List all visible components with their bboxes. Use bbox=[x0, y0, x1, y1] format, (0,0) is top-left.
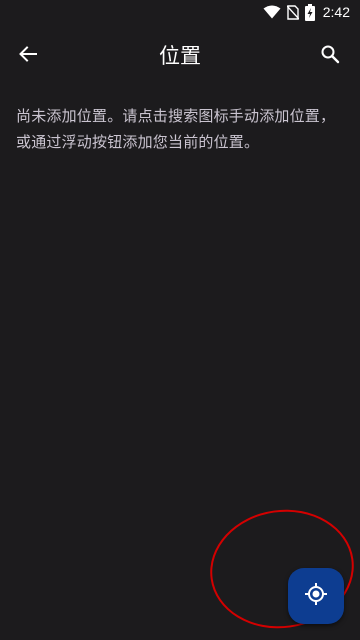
battery-charging-icon bbox=[304, 3, 315, 21]
empty-state-message: 尚未添加位置。请点击搜索图标手动添加位置，或通过浮动按钮添加您当前的位置。 bbox=[16, 107, 336, 151]
app-bar: 位置 bbox=[0, 24, 360, 88]
page-title: 位置 bbox=[159, 44, 201, 68]
wifi-icon bbox=[263, 5, 281, 19]
add-current-location-button[interactable] bbox=[288, 568, 344, 624]
status-bar: 2:42 bbox=[0, 0, 360, 24]
my-location-icon bbox=[304, 582, 328, 610]
status-time: 2:42 bbox=[322, 4, 350, 20]
search-button[interactable] bbox=[308, 32, 352, 80]
search-icon bbox=[320, 44, 340, 68]
no-sim-icon bbox=[286, 4, 299, 20]
